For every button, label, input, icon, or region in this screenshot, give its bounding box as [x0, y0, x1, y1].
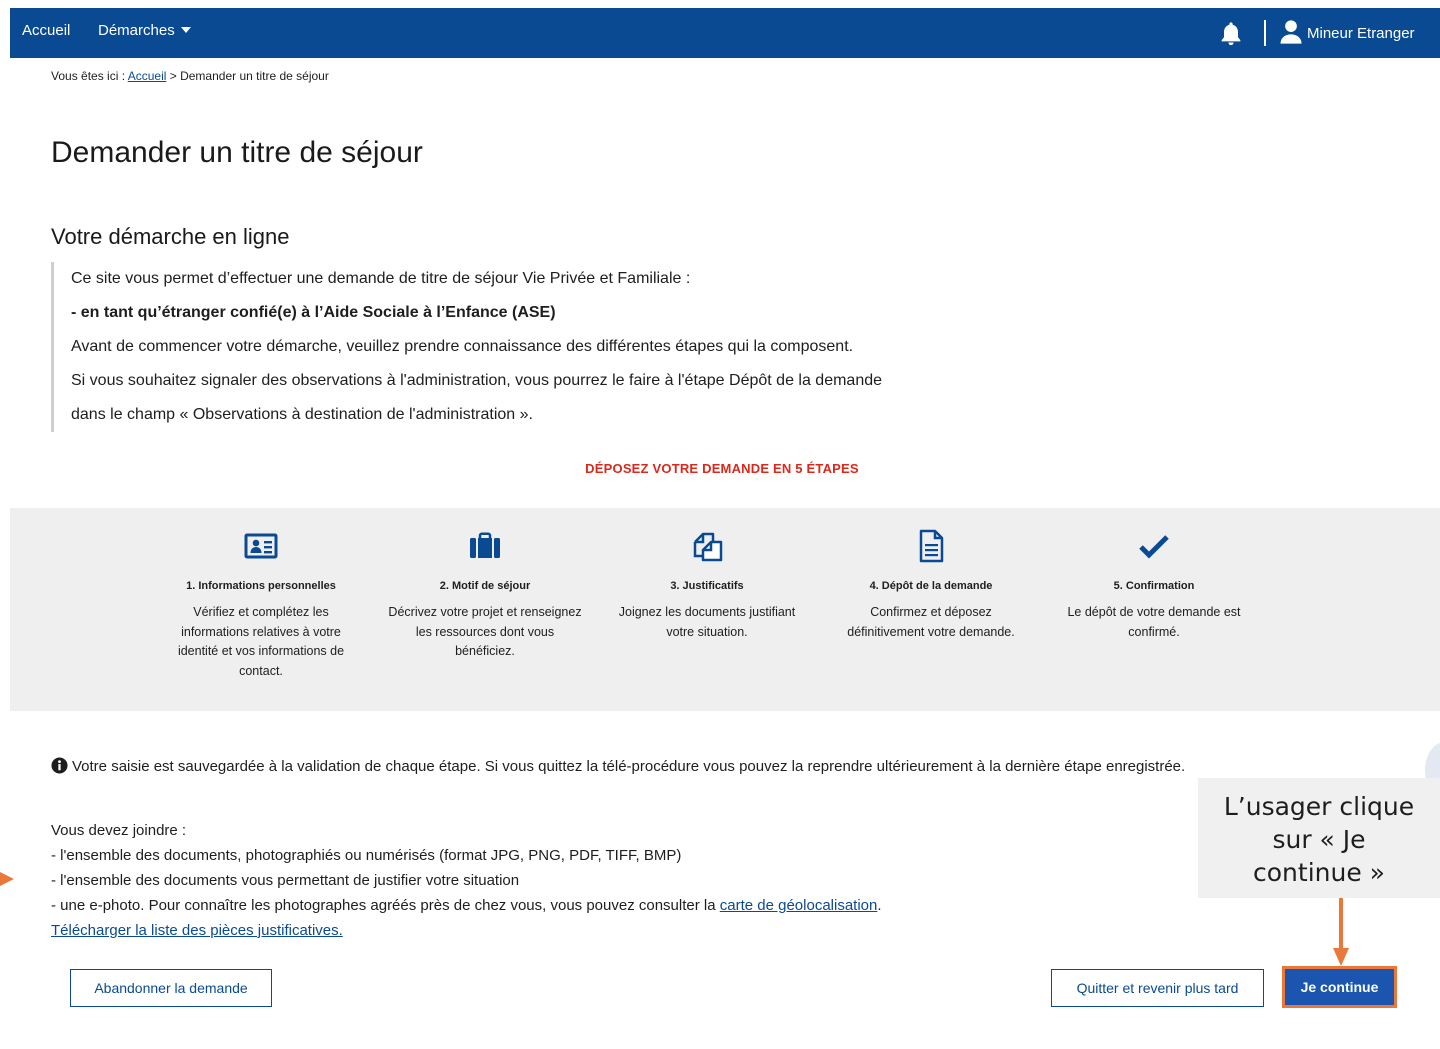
info-icon: [51, 757, 68, 774]
left-arrow-icon: [0, 872, 14, 886]
breadcrumb-prefix: Vous êtes ici :: [51, 69, 126, 83]
nav-demarches-label: Démarches: [98, 22, 175, 39]
step-title: 2. Motif de séjour: [439, 580, 531, 592]
step-title: 4. Dépôt de la demande: [869, 580, 993, 592]
save-info-message: Votre saisie est sauvegardée à la valida…: [51, 757, 1185, 775]
intro-line: - en tant qu’étranger confié(e) à l’Aide…: [71, 304, 556, 321]
annotation-arrow-head-icon: [1333, 948, 1349, 966]
save-info-text: Votre saisie est sauvegardée à la valida…: [72, 758, 1186, 775]
steps-panel: 1. Informations personnelles Vérifiez et…: [10, 508, 1440, 711]
nav-home-link[interactable]: Accueil: [22, 22, 70, 39]
document-icon: [919, 529, 944, 563]
page-title: Demander un titre de séjour: [51, 136, 423, 169]
step-description: Décrivez votre projet et renseignez les …: [388, 605, 582, 658]
step-1: 1. Informations personnelles Vérifiez et…: [161, 528, 361, 681]
required-documents: Vous devez joindre : - l'ensemble des do…: [51, 818, 882, 943]
intro-block: Ce site vous permet d’effectuer une dema…: [51, 262, 1051, 432]
annotation-callout: L’usager clique sur « Je continue »: [1198, 778, 1440, 898]
geolocation-map-link[interactable]: carte de géolocalisation: [720, 897, 878, 914]
step-description: Vérifiez et complétez les informations r…: [177, 605, 345, 678]
download-documents-list-link[interactable]: Télécharger la liste des pièces justific…: [51, 922, 343, 939]
step-3: 3. Justificatifs Joignez les documents j…: [607, 528, 807, 642]
intro-line: Ce site vous permet d’effectuer une dema…: [71, 270, 691, 287]
section-title: Votre démarche en ligne: [51, 224, 290, 249]
abandon-button[interactable]: Abandonner la demande: [70, 969, 272, 1007]
intro-line: dans le champ « Observations à destinati…: [71, 406, 533, 423]
docs-item: - une e-photo. Pour connaître les photog…: [51, 893, 882, 918]
docs-item: - l'ensemble des documents, photographié…: [51, 847, 682, 864]
annotation-line: sur « Je: [1272, 825, 1366, 854]
step-4: 4. Dépôt de la demande Confirmez et dépo…: [831, 528, 1031, 642]
docs-heading: Vous devez joindre :: [51, 822, 187, 839]
step-description: Joignez les documents justifiant votre s…: [618, 605, 796, 639]
bell-icon[interactable]: [1217, 20, 1245, 48]
top-navbar: Accueil Démarches Mineur Etranger: [10, 8, 1440, 58]
step-5: 5. Confirmation Le dépôt de votre demand…: [1054, 528, 1254, 642]
intro-line: Si vous souhaitez signaler des observati…: [71, 372, 883, 389]
nav-separator: [1264, 20, 1266, 46]
quit-later-button[interactable]: Quitter et revenir plus tard: [1051, 969, 1264, 1007]
continue-button-highlight: Je continue: [1282, 966, 1397, 1008]
nav-demarches-menu[interactable]: Démarches: [98, 22, 191, 39]
user-name-link[interactable]: Mineur Etranger: [1307, 25, 1415, 42]
step-title: 5. Confirmation: [1113, 580, 1195, 592]
docs-item-text: - une e-photo. Pour connaître les photog…: [51, 897, 716, 914]
chevron-down-icon: [180, 27, 191, 34]
step-title: 3. Justificatifs: [670, 580, 744, 592]
docs-item-suffix: .: [877, 897, 882, 914]
annotation-arrow-line: [1339, 898, 1343, 950]
annotation-line: L’usager clique: [1223, 792, 1415, 821]
breadcrumb-current: > Demander un titre de séjour: [169, 69, 329, 83]
breadcrumb: Vous êtes ici : Accueil > Demander un ti…: [51, 69, 329, 83]
step-description: Le dépôt de votre demande est confirmé.: [1067, 605, 1241, 639]
step-title: 1. Informations personnelles: [186, 580, 336, 592]
copy-documents-icon: [693, 532, 723, 562]
step-description: Confirmez et déposez définitivement votr…: [847, 605, 1015, 639]
continue-button[interactable]: Je continue: [1285, 969, 1394, 1005]
user-icon[interactable]: [1277, 18, 1305, 46]
intro-line: Avant de commencer votre démarche, veuil…: [71, 338, 854, 355]
checkmark-icon: [1139, 535, 1169, 559]
breadcrumb-home-link[interactable]: Accueil: [128, 69, 167, 83]
docs-item: - l'ensemble des documents vous permetta…: [51, 872, 520, 889]
suitcase-icon: [470, 532, 500, 558]
id-card-icon: [244, 533, 278, 559]
steps-heading: DÉPOSEZ VOTRE DEMANDE EN 5 ÉTAPES: [585, 461, 859, 476]
step-2: 2. Motif de séjour Décrivez votre projet…: [385, 528, 585, 662]
annotation-line: continue »: [1253, 858, 1385, 887]
